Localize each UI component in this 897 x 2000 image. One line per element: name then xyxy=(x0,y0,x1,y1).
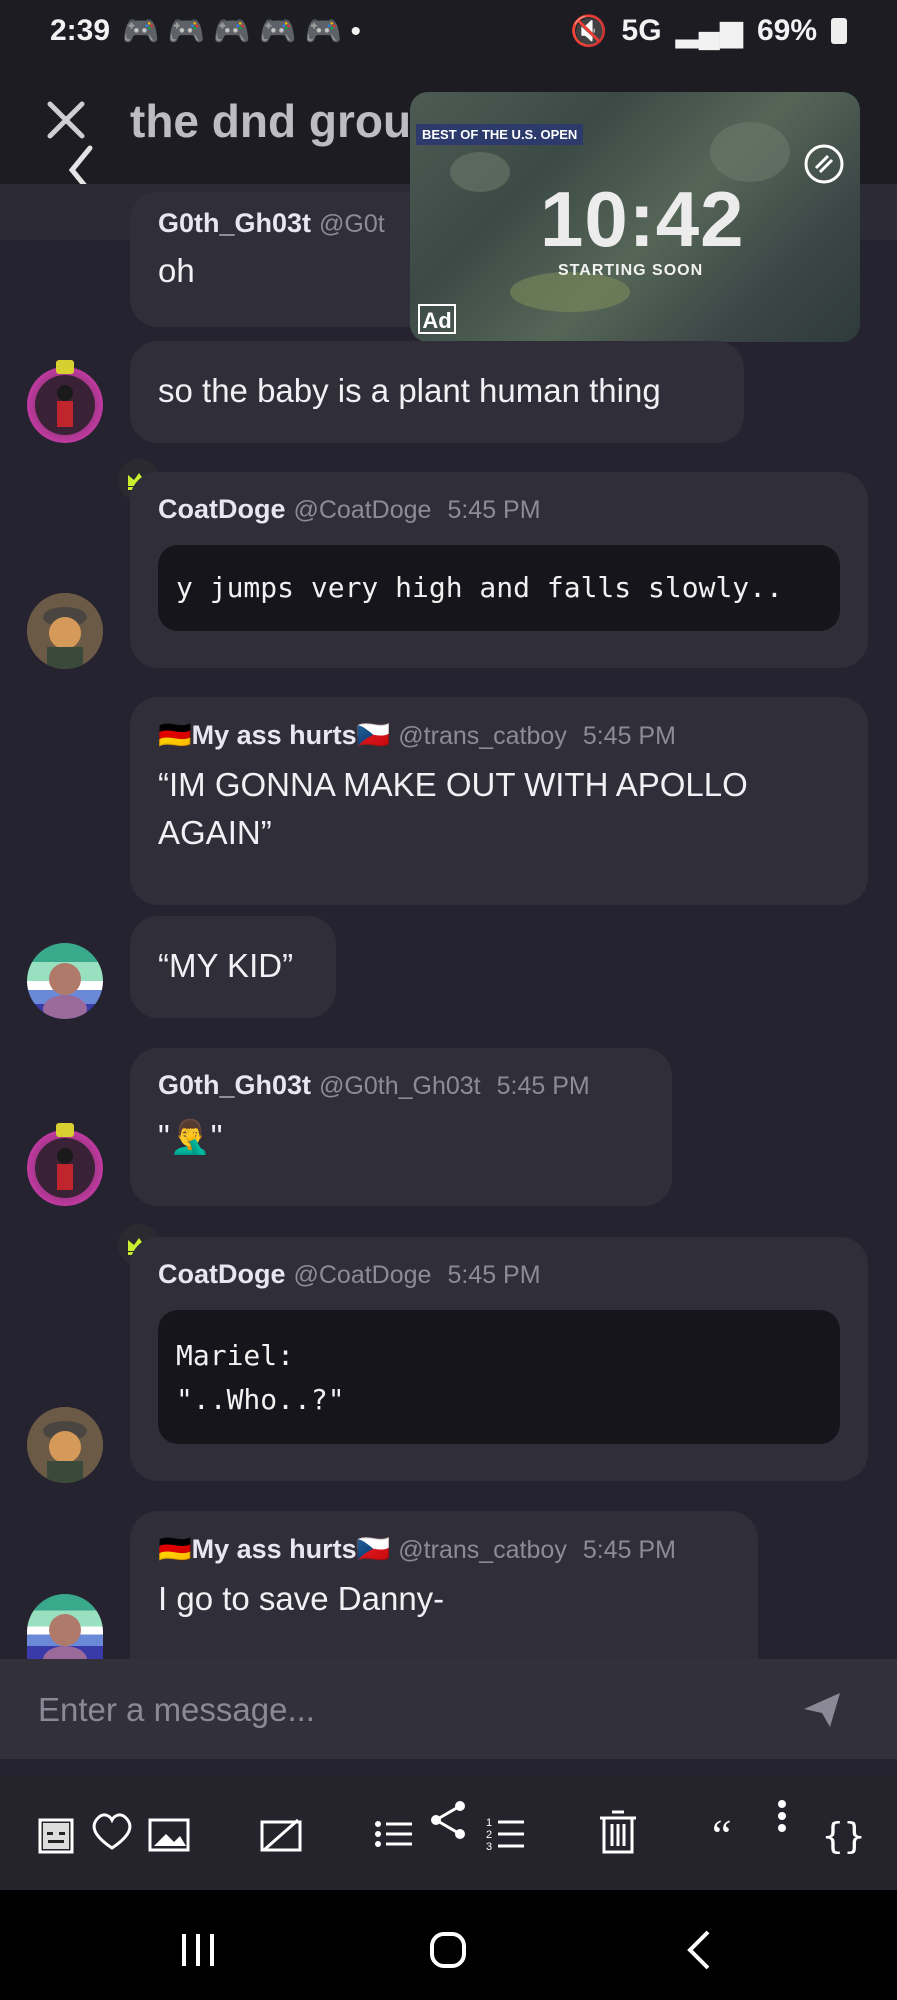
message-author[interactable]: CoatDoge xyxy=(158,494,286,524)
message-author[interactable]: G0th_Gh03t xyxy=(158,1070,311,1100)
message-time: 5:45 PM xyxy=(447,496,541,524)
avatar-badge-icon xyxy=(56,1123,74,1137)
message-input[interactable]: Enter a message... xyxy=(38,1691,315,1729)
mute-icon: 🔇 xyxy=(570,14,608,48)
message-text: I go to save Danny- xyxy=(158,1580,445,1617)
code-text: y jumps very high and falls slowly.. xyxy=(176,571,783,604)
notification-icon: 🎮 🎮 🎮 🎮 🎮 • xyxy=(122,14,361,48)
system-nav-bar xyxy=(0,1890,897,2000)
message-author[interactable]: 🇩🇪My ass hurts🇨🇿 xyxy=(158,1534,390,1564)
send-icon[interactable] xyxy=(800,1687,844,1731)
trash-icon[interactable] xyxy=(596,1806,640,1858)
message-time: 5:45 PM xyxy=(582,1536,676,1564)
signal-icon: ▂▄▆ xyxy=(675,14,743,48)
network-label: 5G xyxy=(621,14,662,47)
message-bubble[interactable]: 🇩🇪My ass hurts🇨🇿 @trans_catboy 5:45 PM “IM… xyxy=(130,697,868,905)
strikethrough-icon[interactable] xyxy=(258,1806,302,1858)
more-icon[interactable] xyxy=(770,1796,814,1848)
avatar[interactable] xyxy=(27,1130,103,1206)
avatar-badge-icon xyxy=(56,360,74,374)
ad-badge: BEST OF THE U.S. OPEN xyxy=(416,124,584,145)
formatting-toolbar: 123 “ {} xyxy=(0,1776,897,1890)
message-handle: @G0th_Gh03t xyxy=(319,1072,481,1100)
code-line: "..Who..?" xyxy=(176,1383,345,1416)
numbered-list-icon[interactable]: 123 xyxy=(484,1806,528,1858)
message-handle: @CoatDoge xyxy=(293,1261,432,1289)
status-bar: 2:39 🎮 🎮 🎮 🎮 🎮 • 🔇 5G ▂▄▆ 69% xyxy=(0,0,897,62)
message-time: 5:45 PM xyxy=(447,1261,541,1289)
message-bubble[interactable]: CoatDoge @CoatDoge 5:45 PM y jumps very hi… xyxy=(130,472,868,668)
ad-label: Ad xyxy=(418,304,456,334)
status-time: 2:39 xyxy=(50,14,111,47)
svg-text:{}: {} xyxy=(822,1816,864,1857)
bullet-list-icon[interactable] xyxy=(372,1806,416,1858)
message-time: 5:45 PM xyxy=(582,722,676,750)
message-text: “MY KID” xyxy=(158,947,294,984)
svg-text:2: 2 xyxy=(486,1829,492,1841)
svg-text:“: “ xyxy=(712,1811,732,1858)
spoiler-icon[interactable] xyxy=(36,1806,80,1858)
message-author[interactable]: CoatDoge xyxy=(158,1259,286,1289)
quote-icon[interactable]: “ xyxy=(710,1806,754,1860)
message-handle: @trans_catboy xyxy=(398,722,567,750)
message-handle: @trans_catboy xyxy=(398,1536,567,1564)
message-bubble[interactable]: “MY KID” xyxy=(130,916,336,1018)
message-text: so the baby is a plant human thing xyxy=(158,372,661,409)
avatar[interactable] xyxy=(27,593,103,669)
message-text: oh xyxy=(158,252,195,289)
code-block-icon[interactable]: {} xyxy=(820,1806,865,1858)
battery-icon xyxy=(831,18,847,44)
avatar[interactable] xyxy=(27,943,103,1019)
avatar[interactable] xyxy=(27,1407,103,1483)
message-bubble[interactable]: G0th_Gh03t @G0th_Gh03t 5:45 PM "🤦‍♂️" xyxy=(130,1048,672,1206)
page-title: the dnd group xyxy=(130,95,440,147)
message-handle: @CoatDoge xyxy=(293,496,432,524)
code-block: y jumps very high and falls slowly.. xyxy=(158,545,840,631)
recents-icon[interactable] xyxy=(176,1928,220,1972)
ad-subtitle: STARTING SOON xyxy=(558,262,704,279)
close-icon[interactable] xyxy=(42,96,90,144)
svg-text:1: 1 xyxy=(486,1817,492,1829)
message-bubble[interactable]: CoatDoge @CoatDoge 5:45 PM Mariel: "..Who.… xyxy=(130,1237,868,1481)
message-composer[interactable]: Enter a message... xyxy=(0,1659,897,1759)
code-block: Mariel: "..Who..?" xyxy=(158,1310,840,1444)
code-line: Mariel: xyxy=(176,1339,295,1372)
battery-label: 69% xyxy=(756,14,817,47)
rotate-icon[interactable] xyxy=(802,142,846,186)
message-text: “IM GONNA MAKE OUT WITH APOLLO AGAIN” xyxy=(158,766,748,851)
home-icon[interactable] xyxy=(426,1928,470,1972)
heart-icon[interactable] xyxy=(88,1806,132,1858)
message-author[interactable]: G0th_Gh03t xyxy=(158,208,311,238)
message-time: 5:45 PM xyxy=(496,1072,590,1100)
message-bubble[interactable]: 🇩🇪My ass hurts🇨🇿 @trans_catboy 5:45 PM I g… xyxy=(130,1511,758,1659)
message-text: "🤦‍♂️" xyxy=(158,1118,223,1155)
image-icon[interactable] xyxy=(146,1806,190,1858)
message-author[interactable]: 🇩🇪My ass hurts🇨🇿 xyxy=(158,720,390,750)
avatar[interactable] xyxy=(27,367,103,443)
ad-countdown: 10:42 xyxy=(540,175,745,263)
avatar[interactable] xyxy=(27,1594,103,1659)
share-icon[interactable] xyxy=(426,1796,470,1848)
svg-text:3: 3 xyxy=(486,1841,492,1853)
video-ad[interactable]: BEST OF THE U.S. OPEN 10:42 STARTING SOO… xyxy=(410,92,860,342)
message-bubble[interactable]: so the baby is a plant human thing xyxy=(130,341,744,443)
message-handle: @G0t xyxy=(319,210,385,238)
back-nav-icon[interactable] xyxy=(678,1928,722,1972)
